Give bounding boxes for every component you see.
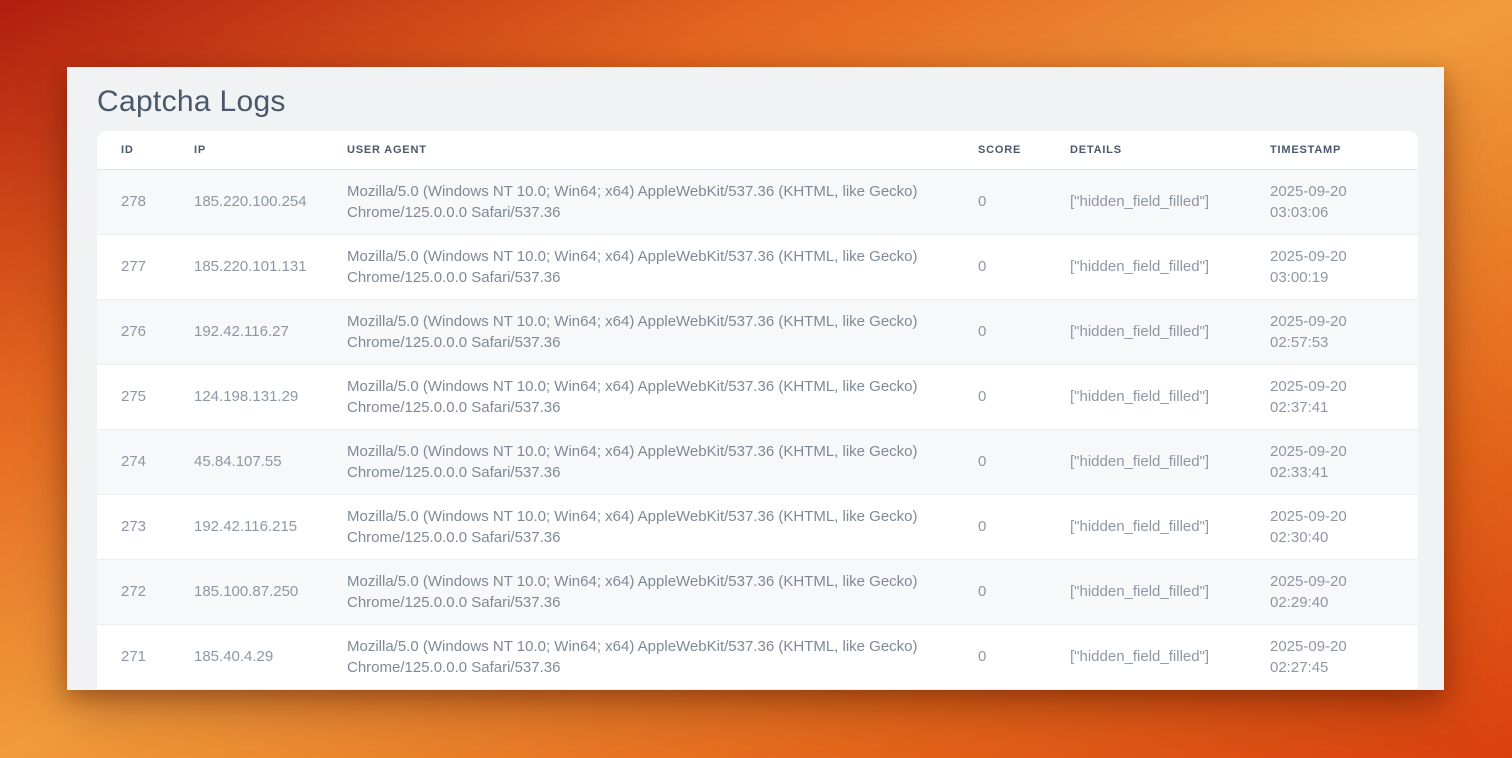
table-header-row: ID IP USER AGENT SCORE DETAILS TIMESTAMP xyxy=(97,131,1418,169)
cell-score: 0 xyxy=(978,429,1070,494)
column-header-ip: IP xyxy=(194,131,347,169)
table-row: 276 192.42.116.27 Mozilla/5.0 (Windows N… xyxy=(97,299,1418,364)
cell-details: ["hidden_field_filled"] xyxy=(1070,494,1270,559)
cell-user-agent: Mozilla/5.0 (Windows NT 10.0; Win64; x64… xyxy=(347,429,978,494)
cell-timestamp: 2025-09-20 02:27:45 xyxy=(1270,624,1418,689)
cell-details: ["hidden_field_filled"] xyxy=(1070,429,1270,494)
cell-ip: 192.42.116.27 xyxy=(194,299,347,364)
cell-timestamp: 2025-09-20 02:33:41 xyxy=(1270,429,1418,494)
cell-id: 277 xyxy=(97,234,194,299)
column-header-id: ID xyxy=(97,131,194,169)
cell-timestamp: 2025-09-20 02:57:53 xyxy=(1270,299,1418,364)
column-header-details: DETAILS xyxy=(1070,131,1270,169)
column-header-score: SCORE xyxy=(978,131,1070,169)
cell-timestamp: 2025-09-20 02:37:41 xyxy=(1270,364,1418,429)
cell-id: 273 xyxy=(97,494,194,559)
cell-score: 0 xyxy=(978,299,1070,364)
cell-details: ["hidden_field_filled"] xyxy=(1070,169,1270,234)
cell-timestamp: 2025-09-20 02:29:40 xyxy=(1270,559,1418,624)
cell-details: ["hidden_field_filled"] xyxy=(1070,559,1270,624)
captcha-logs-table-card: ID IP USER AGENT SCORE DETAILS TIMESTAMP… xyxy=(97,131,1418,690)
cell-user-agent: Mozilla/5.0 (Windows NT 10.0; Win64; x64… xyxy=(347,234,978,299)
table-body: 278 185.220.100.254 Mozilla/5.0 (Windows… xyxy=(97,169,1418,689)
column-header-user-agent: USER AGENT xyxy=(347,131,978,169)
cell-score: 0 xyxy=(978,364,1070,429)
table-row: 274 45.84.107.55 Mozilla/5.0 (Windows NT… xyxy=(97,429,1418,494)
cell-ip: 124.198.131.29 xyxy=(194,364,347,429)
table-row: 277 185.220.101.131 Mozilla/5.0 (Windows… xyxy=(97,234,1418,299)
cell-id: 276 xyxy=(97,299,194,364)
column-header-timestamp: TIMESTAMP xyxy=(1270,131,1418,169)
cell-id: 278 xyxy=(97,169,194,234)
cell-details: ["hidden_field_filled"] xyxy=(1070,624,1270,689)
cell-details: ["hidden_field_filled"] xyxy=(1070,234,1270,299)
cell-details: ["hidden_field_filled"] xyxy=(1070,299,1270,364)
cell-ip: 185.220.100.254 xyxy=(194,169,347,234)
cell-id: 271 xyxy=(97,624,194,689)
captcha-logs-table: ID IP USER AGENT SCORE DETAILS TIMESTAMP… xyxy=(97,131,1418,690)
cell-id: 274 xyxy=(97,429,194,494)
cell-details: ["hidden_field_filled"] xyxy=(1070,364,1270,429)
table-row: 273 192.42.116.215 Mozilla/5.0 (Windows … xyxy=(97,494,1418,559)
cell-user-agent: Mozilla/5.0 (Windows NT 10.0; Win64; x64… xyxy=(347,364,978,429)
cell-ip: 185.40.4.29 xyxy=(194,624,347,689)
cell-timestamp: 2025-09-20 03:00:19 xyxy=(1270,234,1418,299)
cell-ip: 185.100.87.250 xyxy=(194,559,347,624)
cell-score: 0 xyxy=(978,169,1070,234)
cell-ip: 185.220.101.131 xyxy=(194,234,347,299)
cell-ip: 45.84.107.55 xyxy=(194,429,347,494)
cell-timestamp: 2025-09-20 03:03:06 xyxy=(1270,169,1418,234)
cell-user-agent: Mozilla/5.0 (Windows NT 10.0; Win64; x64… xyxy=(347,494,978,559)
table-row: 272 185.100.87.250 Mozilla/5.0 (Windows … xyxy=(97,559,1418,624)
cell-user-agent: Mozilla/5.0 (Windows NT 10.0; Win64; x64… xyxy=(347,299,978,364)
table-row: 271 185.40.4.29 Mozilla/5.0 (Windows NT … xyxy=(97,624,1418,689)
table-row: 278 185.220.100.254 Mozilla/5.0 (Windows… xyxy=(97,169,1418,234)
cell-id: 272 xyxy=(97,559,194,624)
cell-user-agent: Mozilla/5.0 (Windows NT 10.0; Win64; x64… xyxy=(347,169,978,234)
cell-timestamp: 2025-09-20 02:30:40 xyxy=(1270,494,1418,559)
page-title: Captcha Logs xyxy=(97,81,1444,123)
cell-ip: 192.42.116.215 xyxy=(194,494,347,559)
table-row: 275 124.198.131.29 Mozilla/5.0 (Windows … xyxy=(97,364,1418,429)
cell-user-agent: Mozilla/5.0 (Windows NT 10.0; Win64; x64… xyxy=(347,559,978,624)
captcha-logs-panel: Captcha Logs ID IP USER AGENT SCORE DETA… xyxy=(67,67,1444,690)
cell-score: 0 xyxy=(978,624,1070,689)
cell-score: 0 xyxy=(978,234,1070,299)
cell-id: 275 xyxy=(97,364,194,429)
cell-score: 0 xyxy=(978,559,1070,624)
cell-user-agent: Mozilla/5.0 (Windows NT 10.0; Win64; x64… xyxy=(347,624,978,689)
cell-score: 0 xyxy=(978,494,1070,559)
